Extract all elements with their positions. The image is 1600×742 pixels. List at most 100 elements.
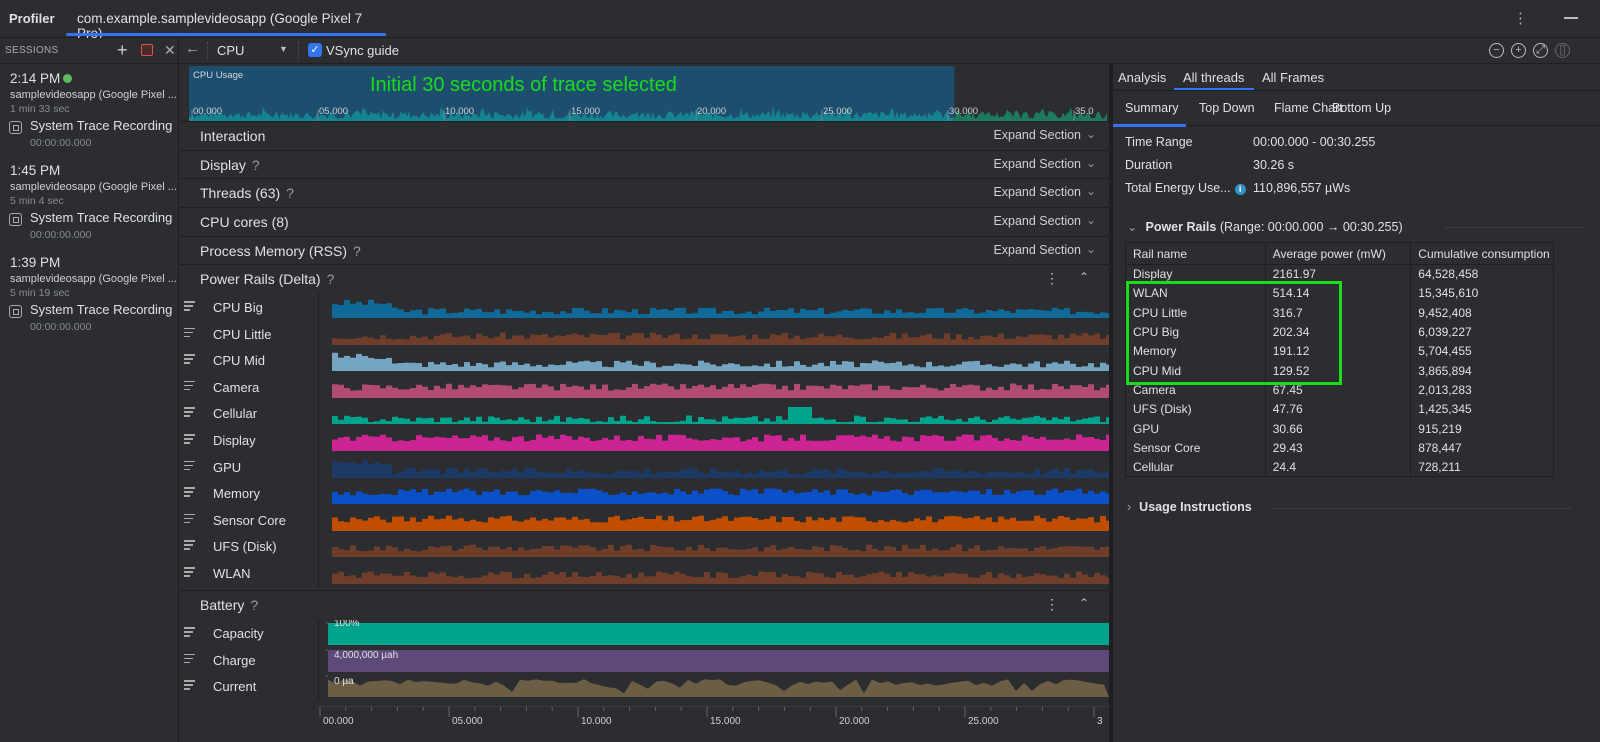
- track-filter-icon[interactable]: [184, 487, 197, 499]
- power-rails-header[interactable]: ⌄ Power Rails (Range: 00:00.000 → 00:30.2…: [1127, 219, 1403, 234]
- chevron-down-icon[interactable]: ⌄: [1086, 156, 1096, 170]
- battery-track[interactable]: Capacity 100%: [180, 620, 1109, 647]
- track-filter-icon[interactable]: [184, 380, 197, 393]
- expand-section-button[interactable]: Expand Section: [993, 157, 1081, 171]
- zoom-out-icon[interactable]: −: [1489, 43, 1504, 58]
- power-rail-track[interactable]: Memory: [180, 480, 1109, 507]
- track-filter-icon[interactable]: [184, 567, 197, 579]
- dropdown-caret-icon[interactable]: ▼: [279, 44, 288, 54]
- expand-section-button[interactable]: Expand Section: [993, 128, 1081, 142]
- vsync-checkbox[interactable]: ✓: [308, 43, 322, 57]
- expand-section-button[interactable]: Expand Section: [993, 243, 1081, 257]
- collapse-sessions-icon[interactable]: ✕: [164, 42, 176, 59]
- power-rail-track[interactable]: Display: [180, 427, 1109, 454]
- track-filter-icon[interactable]: [184, 460, 197, 473]
- expand-section-button[interactable]: Expand Section: [993, 185, 1081, 199]
- column-header[interactable]: Average power (mW): [1265, 242, 1412, 265]
- track-filter-icon[interactable]: [184, 627, 197, 639]
- power-rail-track[interactable]: CPU Mid: [180, 347, 1109, 374]
- section-title-text: CPU cores (8): [200, 214, 289, 231]
- track-filter-icon[interactable]: [184, 354, 197, 366]
- table-row[interactable]: Cellular 24.4 728,211: [1125, 457, 1554, 477]
- power-rail-track[interactable]: Camera: [180, 374, 1109, 401]
- back-arrow-icon[interactable]: ←: [185, 40, 200, 57]
- power-rail-track[interactable]: GPU: [180, 454, 1109, 481]
- session-item[interactable]: 1:39 PM samplevideosapp (Google Pixel ..…: [0, 248, 178, 299]
- usage-instructions[interactable]: › Usage Instructions: [1127, 500, 1252, 514]
- power-rail-track[interactable]: Sensor Core: [180, 507, 1109, 534]
- help-icon[interactable]: ?: [252, 157, 260, 173]
- chevron-down-icon[interactable]: ⌄: [1086, 184, 1096, 198]
- minimize-icon[interactable]: [1564, 17, 1578, 19]
- more-options-icon[interactable]: ⋮: [1513, 9, 1528, 27]
- table-row[interactable]: GPU 30.66 915,219: [1125, 418, 1554, 439]
- table-row[interactable]: Sensor Core 29.43 878,447: [1125, 438, 1554, 458]
- tab-analysis[interactable]: Analysis: [1118, 70, 1166, 85]
- battery-track[interactable]: Charge 4,000,000 µah: [180, 647, 1109, 674]
- table-row[interactable]: UFS (Disk) 47.76 1,425,345: [1125, 399, 1554, 419]
- zoom-in-icon[interactable]: +: [1511, 43, 1526, 58]
- power-rail-track[interactable]: WLAN: [180, 560, 1109, 587]
- energy-label-text: Total Energy Use...: [1125, 181, 1231, 195]
- chevron-down-icon[interactable]: ⌄: [1086, 242, 1096, 256]
- tab-all-threads[interactable]: All threads: [1183, 70, 1244, 85]
- cpu-chip-icon: [9, 121, 22, 134]
- rail-name-cell: Cellular: [1125, 457, 1266, 477]
- power-rail-track[interactable]: Cellular: [180, 400, 1109, 427]
- expand-section-button[interactable]: Expand Section: [993, 214, 1081, 228]
- help-icon[interactable]: ?: [286, 185, 294, 201]
- session-device: samplevideosapp (Google Pixel ...: [10, 273, 177, 285]
- track-section[interactable]: CPU cores (8) Expand Section ⌄: [180, 207, 1109, 236]
- session-item[interactable]: 2:14 PM samplevideosapp (Google Pixel ..…: [0, 64, 178, 115]
- info-icon[interactable]: i: [1234, 184, 1246, 195]
- track-filter-icon[interactable]: [184, 301, 197, 313]
- recording-item[interactable]: System Trace Recording 00:00:00.000: [0, 204, 178, 248]
- tab-summary[interactable]: Summary: [1125, 101, 1178, 115]
- power-rail-track[interactable]: UFS (Disk): [180, 533, 1109, 560]
- track-section[interactable]: Display? Expand Section ⌄: [180, 149, 1109, 178]
- track-filter-icon[interactable]: [184, 680, 197, 692]
- column-header[interactable]: Rail name: [1125, 242, 1266, 265]
- recording-item[interactable]: System Trace Recording 00:00:00.000: [0, 296, 178, 340]
- session-tab[interactable]: com.example.samplevideosapp (Google Pixe…: [66, 0, 386, 41]
- track-section[interactable]: Interaction Expand Section ⌄: [180, 121, 1109, 149]
- tab-bottom-up[interactable]: Bottom Up: [1332, 101, 1391, 115]
- help-icon[interactable]: ?: [250, 597, 258, 613]
- track-filter-icon[interactable]: [184, 327, 197, 340]
- session-item[interactable]: 1:45 PM samplevideosapp (Google Pixel ..…: [0, 156, 178, 207]
- track-filter-icon[interactable]: [184, 513, 197, 526]
- kebab-menu-icon[interactable]: ⋮: [1045, 270, 1059, 287]
- session-device: samplevideosapp (Google Pixel ...: [10, 89, 177, 101]
- cpu-usage-overview[interactable]: CPU Usage Initial 30 seconds of trace se…: [189, 66, 1107, 122]
- stop-session-icon[interactable]: [141, 44, 153, 56]
- tab-top-down[interactable]: Top Down: [1199, 101, 1255, 115]
- help-icon[interactable]: ?: [353, 243, 361, 259]
- track-filter-icon[interactable]: [184, 434, 197, 446]
- highlight-box: [1126, 281, 1342, 385]
- new-session-plus-icon[interactable]: +: [117, 40, 128, 61]
- track-section[interactable]: Process Memory (RSS)? Expand Section ⌄: [180, 235, 1109, 264]
- battery-section-header[interactable]: Battery? ⋮ ⌃: [180, 590, 1109, 618]
- kebab-menu-icon[interactable]: ⋮: [1045, 596, 1059, 613]
- chevron-up-icon[interactable]: ⌃: [1079, 270, 1089, 284]
- track-filter-icon[interactable]: [184, 407, 197, 419]
- reset-zoom-icon[interactable]: ⤢: [1533, 43, 1548, 58]
- track-section[interactable]: Threads (63)? Expand Section ⌄: [180, 178, 1109, 207]
- zoom-to-selection-icon[interactable]: []: [1555, 43, 1570, 58]
- track-filter-icon[interactable]: [184, 540, 197, 552]
- tab-all-frames[interactable]: All Frames: [1262, 70, 1324, 85]
- power-rails-section-header[interactable]: Power Rails (Delta)? ⋮ ⌃: [180, 264, 1109, 292]
- recording-timestamp: 00:00:00.000: [30, 229, 92, 241]
- chevron-down-icon[interactable]: ⌄: [1086, 213, 1096, 227]
- chevron-up-icon[interactable]: ⌃: [1079, 596, 1089, 610]
- track-filter-icon[interactable]: [184, 653, 197, 666]
- power-rail-track[interactable]: CPU Big: [180, 294, 1109, 321]
- recording-item[interactable]: System Trace Recording 00:00:00.000: [0, 112, 178, 156]
- battery-track[interactable]: Current 0 µa: [180, 673, 1109, 700]
- power-rail-track[interactable]: CPU Little: [180, 321, 1109, 348]
- vsync-label[interactable]: VSync guide: [326, 43, 399, 58]
- view-dropdown[interactable]: CPU: [217, 43, 244, 58]
- column-header[interactable]: Cumulative consumption: [1410, 242, 1554, 265]
- chevron-down-icon[interactable]: ⌄: [1086, 127, 1096, 141]
- help-icon[interactable]: ?: [327, 271, 335, 287]
